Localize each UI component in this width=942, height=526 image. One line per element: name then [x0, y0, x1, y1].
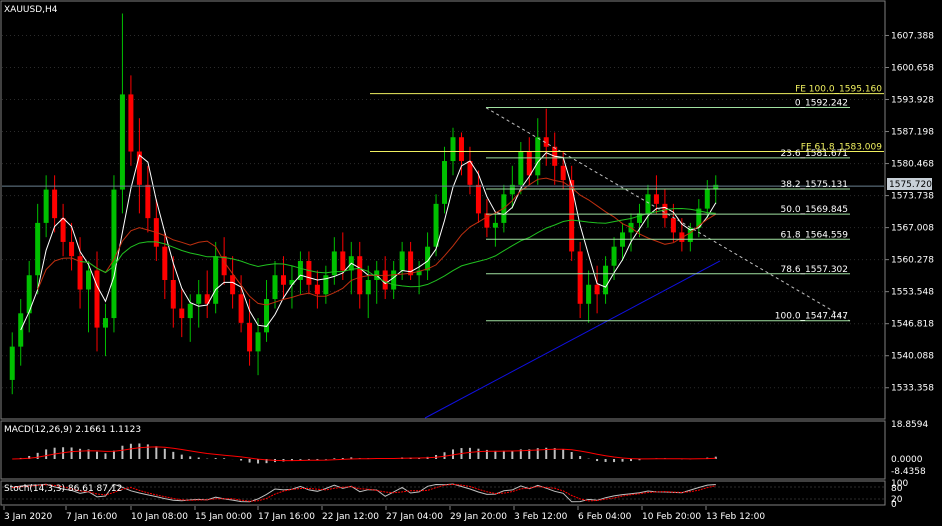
candle-body: [586, 284, 592, 304]
candle-body: [535, 137, 541, 176]
time-tick-label: 17 Jan 16:00: [258, 512, 315, 522]
candle-body: [450, 137, 456, 162]
candle-body: [603, 265, 609, 295]
candle-body: [526, 151, 532, 176]
candle-body: [314, 284, 320, 295]
time-tick-label: 29 Jan 20:00: [450, 512, 507, 522]
candle-body: [636, 213, 642, 223]
candle-body: [179, 308, 185, 319]
candle-body: [670, 218, 676, 233]
candle-body: [272, 275, 278, 300]
candle-body: [60, 218, 66, 242]
fib-expansion-label: FE 61.8_1583.009: [801, 142, 882, 152]
candle-body: [382, 270, 388, 290]
candle-body: [280, 275, 286, 285]
candle-body: [484, 213, 490, 228]
price-tick-label: 1553.548: [891, 288, 934, 298]
candle-body: [569, 180, 575, 252]
price-tick-label: 1560.278: [891, 256, 934, 266]
time-tick-label: 6 Feb 04:00: [578, 512, 632, 522]
current-price-tag: 1575.720: [887, 178, 932, 190]
price-tick-label: 1580.468: [891, 160, 934, 170]
time-tick-label: 7 Jan 16:00: [66, 512, 118, 522]
price-tick-label: 1573.738: [891, 192, 934, 202]
candle-body: [357, 256, 363, 295]
candle-body: [399, 251, 405, 271]
candle-body: [442, 161, 448, 204]
time-tick-label: 3 Jan 2020: [4, 512, 52, 522]
candle-body: [433, 203, 439, 247]
candle-body: [119, 94, 125, 190]
candle-body: [492, 222, 498, 228]
candle-body: [577, 251, 583, 304]
candle-body: [704, 189, 710, 209]
fib-level-label: 38.2_1575.131: [781, 180, 848, 190]
symbol-title: XAUUSD,H4: [4, 5, 58, 15]
fib-expansion-label: FE 100.0_1595.160: [795, 85, 882, 95]
candle-body: [111, 189, 117, 319]
candle-body: [69, 241, 75, 257]
candle-body: [35, 222, 41, 276]
time-tick-label: 27 Jan 04:00: [386, 512, 443, 522]
candle-body: [247, 322, 253, 352]
macd-label: MACD(12,26,9) 2.1661 1.1123: [4, 425, 141, 435]
candle-body: [560, 165, 566, 181]
candle-body: [102, 318, 108, 328]
candle-body: [255, 332, 261, 352]
candle-body: [162, 246, 168, 280]
macd-axis-label: 18.8594: [891, 420, 928, 430]
fib-level-label: 78.6_1557.302: [781, 265, 848, 275]
candle-body: [170, 280, 176, 309]
price-tick-label: 1567.008: [891, 224, 934, 234]
price-tick-label: 1546.818: [891, 320, 934, 330]
candle-body: [145, 184, 151, 219]
fib-level-label: 0_1592.242: [795, 99, 848, 109]
candle-body: [365, 280, 371, 295]
candle-body: [518, 151, 524, 185]
fib-level-label: 100.0_1547.447: [775, 312, 848, 322]
candle-body: [94, 270, 100, 328]
candle-body: [458, 137, 464, 162]
stoch-axis-label: 80: [891, 484, 903, 494]
candle-body: [391, 270, 397, 290]
trading-chart-window[interactable]: 0_1592.24223.6_1581.67138.2_1575.13150.0…: [0, 0, 942, 526]
time-tick-label: 10 Feb 20:00: [642, 512, 701, 522]
fib-level-label: 61.8_1564.559: [781, 230, 849, 240]
current-price-value: 1575.720: [889, 180, 932, 190]
stoch-label: Stoch(14,3,3) 86.61 87.12: [4, 484, 122, 494]
macd-axis-label: -8.4358: [891, 467, 926, 477]
price-tick-label: 1533.358: [891, 384, 934, 394]
candle-body: [306, 260, 312, 285]
macd-axis-label: 0.0000: [891, 455, 923, 465]
candle-body: [238, 294, 244, 323]
candle-body: [230, 275, 236, 295]
fib-level-label: 50.0_1569.845: [781, 205, 848, 215]
candle-body: [594, 284, 600, 295]
time-tick-label: 3 Feb 12:00: [514, 512, 568, 522]
time-tick-label: 22 Jan 12:00: [322, 512, 379, 522]
stoch-axis-label: 0: [891, 500, 897, 510]
price-tick-label: 1587.198: [891, 128, 934, 138]
time-tick-label: 13 Feb 12:00: [706, 512, 765, 522]
candle-body: [9, 346, 15, 380]
price-tick-label: 1540.088: [891, 352, 934, 362]
candle-body: [475, 184, 481, 214]
candle-body: [213, 256, 219, 304]
candle-body: [196, 294, 202, 304]
candle-body: [187, 303, 193, 319]
candle-body: [611, 246, 617, 266]
candle-body: [467, 161, 473, 185]
time-tick-label: 10 Jan 08:00: [131, 512, 188, 522]
candle-body: [340, 251, 346, 271]
price-tick-label: 1593.928: [891, 96, 934, 106]
price-tick-label: 1600.658: [891, 63, 934, 73]
candle-body: [128, 94, 134, 152]
candle-body: [86, 270, 92, 290]
candle-body: [653, 194, 659, 204]
candle-body: [52, 189, 58, 219]
candle-body: [43, 189, 49, 223]
time-tick-label: 15 Jan 00:00: [195, 512, 252, 522]
candle-body: [645, 194, 651, 214]
price-tick-label: 1607.388: [891, 31, 934, 41]
